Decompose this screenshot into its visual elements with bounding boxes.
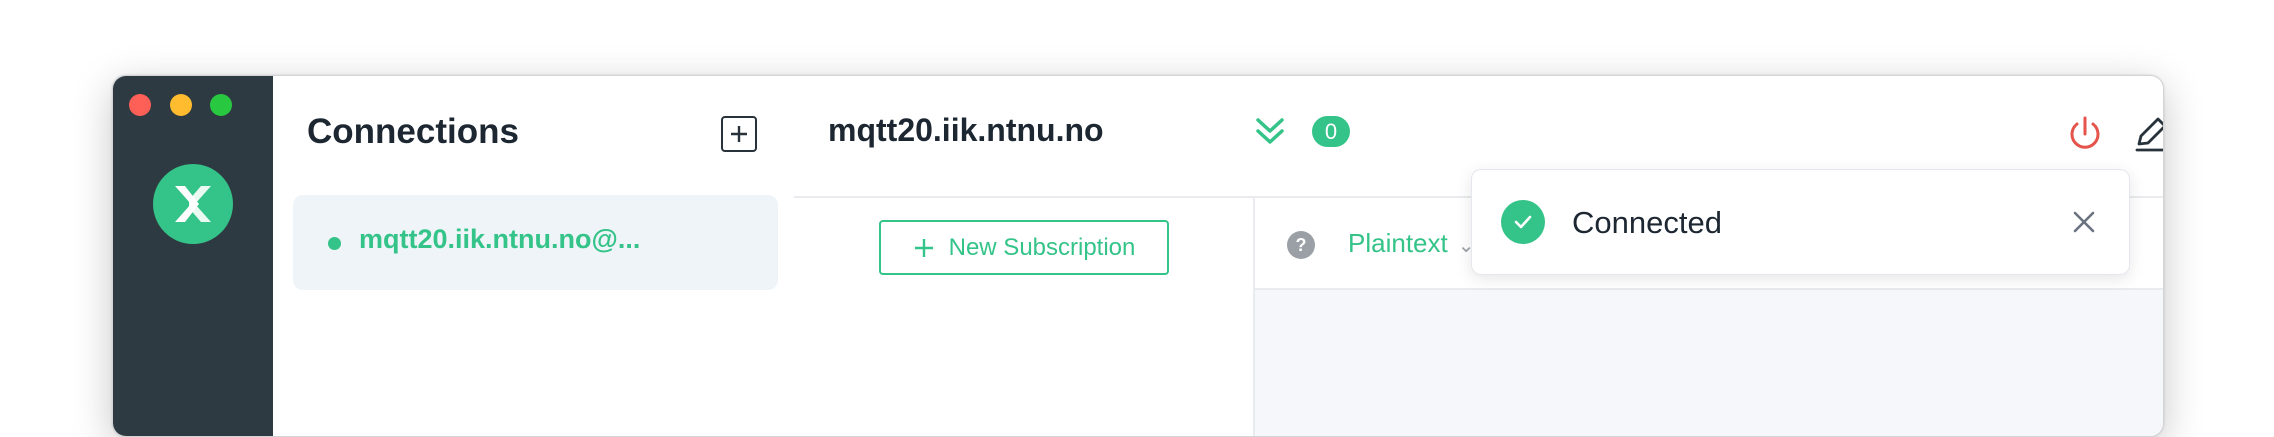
- payload-format-value: Plaintext: [1348, 228, 1448, 258]
- payload-format-select[interactable]: Plaintext ⌄: [1348, 228, 1475, 259]
- connection-item[interactable]: mqtt20.iik.ntnu.no@...: [293, 195, 778, 290]
- connection-status-dot: [328, 237, 341, 250]
- mqttx-logo-icon: [153, 164, 233, 244]
- close-icon[interactable]: [2070, 208, 2098, 241]
- new-subscription-button[interactable]: New Subscription: [879, 220, 1169, 275]
- subscriptions-panel: New Subscription: [794, 198, 1255, 436]
- double-chevron-down-icon[interactable]: [1254, 114, 1286, 153]
- app-sidebar: [113, 76, 273, 436]
- connection-title: mqtt20.iik.ntnu.no: [828, 112, 1104, 148]
- connections-panel: Connections mqtt20.iik.ntnu.no@...: [273, 76, 796, 436]
- connections-title: Connections: [307, 112, 519, 151]
- message-count-badge: 0: [1312, 116, 1350, 147]
- disconnect-button[interactable]: [2065, 114, 2105, 159]
- check-circle-icon: [1501, 200, 1545, 244]
- window-zoom-button[interactable]: [210, 94, 232, 116]
- connected-toast: Connected: [1471, 169, 2130, 275]
- power-icon: [2070, 116, 2100, 149]
- plus-icon: [914, 238, 933, 257]
- new-subscription-label: New Subscription: [948, 233, 1136, 261]
- add-connection-button[interactable]: [721, 116, 757, 152]
- window-close-button[interactable]: [129, 94, 151, 116]
- edit-icon: [2135, 117, 2163, 152]
- edit-connection-button[interactable]: [2131, 114, 2163, 159]
- window-minimize-button[interactable]: [170, 94, 192, 116]
- connection-name: mqtt20.iik.ntnu.no@...: [359, 224, 641, 254]
- toast-message: Connected: [1572, 205, 1722, 240]
- plus-square-icon: [731, 126, 747, 142]
- help-icon[interactable]: ?: [1287, 231, 1315, 259]
